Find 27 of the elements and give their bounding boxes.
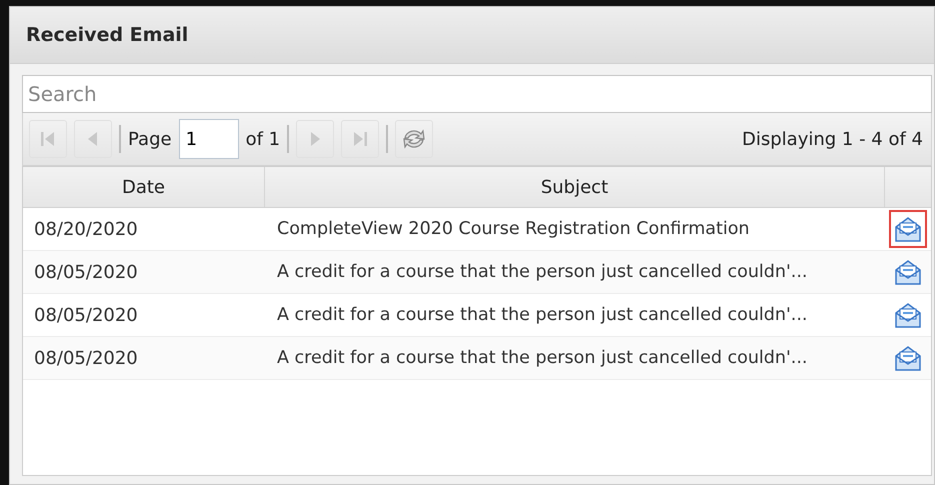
page-number-field[interactable]: 1 [178,119,239,159]
table-row[interactable]: 08/05/2020 A credit for a course that the person just cancelled couldn'... [23,251,931,294]
table-cell-text: 08/20/2020 [33,218,139,240]
open-envelope-icon [894,301,922,329]
column-header[interactable]: Subject [265,167,885,207]
table-cell-text: 08/05/2020 [33,348,139,368]
refresh-button[interactable] [395,120,434,158]
skip-arrow-icon [351,129,370,149]
table-cell-text: 08/05/2020 [33,304,139,326]
column-header[interactable]: Date [23,167,265,207]
page-label: Page [128,128,172,150]
highlight-frame[interactable] [889,210,927,248]
table-cell-text: A credit for a course that the person just cancelled couldn'... [276,348,808,368]
display-info: Displaying 1 - 4 of 4 [742,128,923,150]
table-cell-text: CompleteView 2020 Course Registration Confirmation [276,219,750,239]
page-count-label: of 1 [246,128,280,150]
skip-arrow-icon [39,129,57,149]
open-envelope-icon [894,258,922,286]
open-envelope-icon [894,215,922,243]
open-envelope-icon [894,344,922,372]
refresh-icon [401,127,428,151]
table-cell-text: A credit for a course that the person just cancelled couldn'... [276,305,808,325]
search-field[interactable]: Search [22,75,932,113]
table-cell-text: 08/05/2020 [33,262,139,282]
panel-title: Received Email [26,24,188,46]
table-row[interactable]: 08/05/2020 A credit for a course that the person just cancelled couldn'... [23,337,931,380]
table-cell-text: A credit for a course that the person just cancelled couldn'... [276,262,808,282]
